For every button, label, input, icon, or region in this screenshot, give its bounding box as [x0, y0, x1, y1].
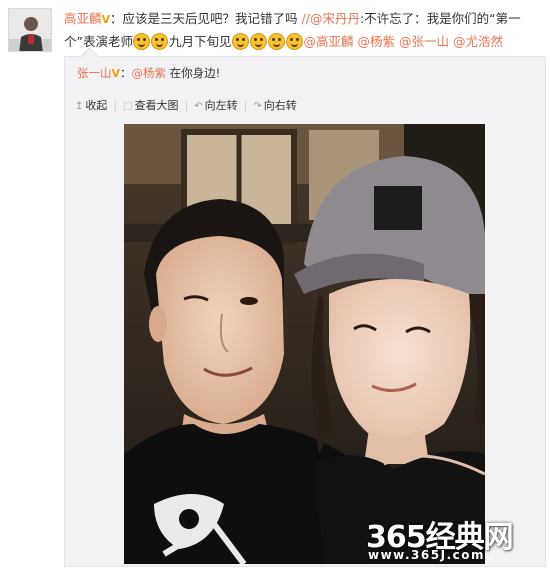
collapse-label: 收起 — [85, 99, 108, 112]
author-name[interactable]: 高亚麟 — [64, 11, 102, 26]
rotate-right-label: 向右转 — [263, 99, 297, 112]
rotate-right-button[interactable]: ↷ 向右转 — [253, 97, 296, 113]
post-photo[interactable] — [124, 124, 485, 564]
laughing-emoji-icon — [286, 33, 303, 50]
mention-song-dandan[interactable]: @宋丹丹 — [310, 11, 360, 26]
toolbar-divider: | — [184, 99, 189, 112]
laughing-emoji-icon — [133, 33, 151, 50]
collapse-arrow-icon: ↥ — [75, 101, 84, 112]
repost-line: 张一山V：@杨紫 在你身边! — [77, 65, 220, 81]
view-large-label: 查看大图 — [134, 99, 179, 112]
rotate-left-button[interactable]: ↶ 向左转 — [194, 97, 237, 113]
laughing-emoji-icon — [268, 33, 285, 50]
mention-gao-yalin[interactable]: @高亚麟 — [304, 34, 354, 49]
post-text-part-3: 九月下旬见 — [168, 34, 232, 49]
toolbar-divider: | — [113, 99, 118, 112]
verified-v-icon: V — [101, 13, 111, 26]
repost-box: 张一山V：@杨紫 在你身边! ↥ 收起 | ⬚ 查看大图 | ↶ 向左转 | ↷ 向右转 — [64, 56, 546, 567]
zoom-icon: ⬚ — [123, 101, 133, 112]
mention-you-haoran[interactable]: @尤浩然 — [453, 34, 503, 49]
repost-colon: ： — [120, 66, 132, 80]
repost-author-name[interactable]: 张一山 — [77, 66, 112, 80]
view-large-button[interactable]: ⬚ 查看大图 — [123, 97, 178, 113]
mention-zhang-yishan[interactable]: @张一山 — [399, 34, 449, 49]
author-avatar[interactable] — [8, 8, 52, 52]
post-text: 高亚麟V：应该是三天后见吧？我记错了吗 //@宋丹丹:不许忘了：我是你们的“第一… — [64, 8, 542, 53]
toolbar-divider: | — [243, 99, 248, 112]
laughing-emoji-icon — [250, 33, 267, 50]
mention-yang-zi[interactable]: @杨紫 — [358, 34, 396, 49]
rotate-left-icon: ↶ — [194, 101, 203, 112]
image-toolbar: ↥ 收起 | ⬚ 查看大图 | ↶ 向左转 | ↷ 向右转 — [75, 97, 303, 113]
rotate-right-icon: ↷ — [253, 101, 262, 112]
collapse-button[interactable]: ↥ 收起 — [75, 97, 107, 113]
laughing-emoji-icon — [151, 33, 169, 50]
post-text-part-1: ：应该是三天后见吧？我记错了吗 — [110, 11, 302, 26]
verified-v-icon: V — [111, 67, 121, 80]
mention-yang-zi[interactable]: @杨紫 — [132, 66, 167, 80]
rotate-left-label: 向左转 — [204, 99, 238, 112]
repost-text: 在你身边! — [166, 66, 221, 80]
laughing-emoji-icon — [232, 33, 249, 50]
repost-chain: // — [301, 11, 310, 26]
